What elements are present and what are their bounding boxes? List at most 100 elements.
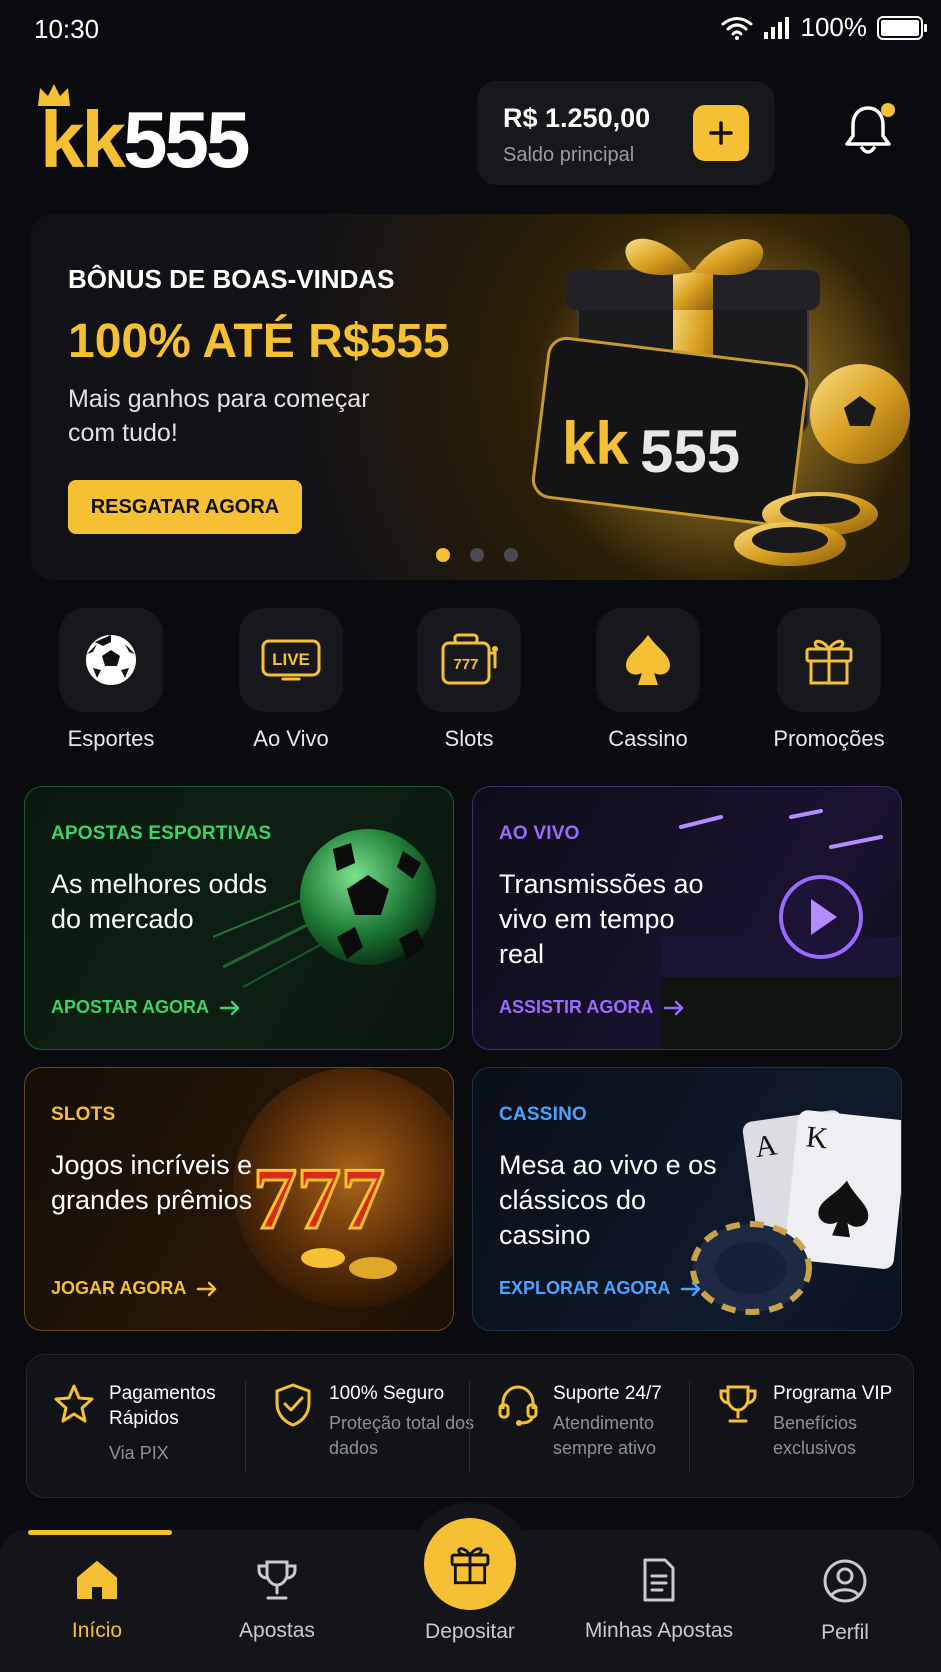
casino-card[interactable]: A K CASSINO Mesa ao vivo e os clássicos … [472,1067,902,1331]
slots-icon-text: 777 [453,656,478,673]
home-icon [77,1561,117,1599]
document-icon [643,1558,675,1602]
soccer-ball-icon [86,635,136,685]
nav-label: Início [71,1619,123,1642]
plus-icon [709,121,733,145]
card-link-label: EXPLORAR AGORA [499,1278,671,1298]
live-icon-text: LIVE [272,650,310,669]
feature-description: Proteção total dos dados [329,1413,475,1458]
card-kicker: CASSINO [499,1104,587,1125]
gift-icon [805,639,853,685]
arrow-right-icon [664,1000,684,1015]
category-live[interactable]: LIVE Ao Vivo [216,608,366,752]
divider [245,1381,246,1473]
status-bar-right: 100% [721,12,927,43]
headset-icon [498,1385,538,1426]
card-title: Transmissões ao vivo em tempo real [499,869,704,969]
banner-description: Mais ganhos para começar com tudo! [68,385,370,447]
nav-label: Apostas [239,1619,315,1642]
arrow-right-icon [219,1000,240,1015]
category-promotions[interactable]: Promoções [754,608,904,752]
watch-now-link[interactable]: ASSISTIR AGORA [499,997,685,1018]
feature-description: Benefícios exclusivos [773,1413,858,1458]
card-kicker: APOSTAS ESPORTIVAS [51,823,272,844]
category-label: Esportes [67,726,155,751]
deposit-button[interactable] [424,1518,516,1610]
pagination-dot[interactable] [436,548,450,562]
features-strip: Pagamentos Rápidos Via PIX 100% Seguro P… [26,1354,914,1498]
signal-icon [763,16,789,39]
add-funds-button[interactable] [693,105,749,161]
category-label: Slots [444,726,494,751]
pagination-dot[interactable] [504,548,518,562]
slot-machine-icon: 777 [441,633,498,685]
logo-text: kk555 [40,100,250,180]
card-kicker: SLOTS [51,1104,116,1125]
status-time: 10:30 [34,14,100,44]
category-label: Promoções [773,726,885,751]
user-icon [823,1559,867,1603]
banner-art-kk: kk [562,410,629,477]
category-label: Ao Vivo [253,726,329,751]
nav-my-bets[interactable]: Minhas Apostas [574,1558,744,1643]
feature-title: Programa VIP [773,1383,893,1404]
battery-percent: 100% [800,12,868,42]
card-title: As melhores odds do mercado [51,869,268,934]
slots-card[interactable]: 777 SLOTS Jogos incríveis e grandes prêm… [24,1067,454,1331]
balance-widget[interactable]: R$ 1.250,00 Saldo principal [477,81,775,185]
active-tab-indicator [28,1530,172,1535]
banner-kicker: BÔNUS DE BOAS-VINDAS [68,264,395,294]
category-casino[interactable]: Cassino [573,608,723,752]
nav-profile[interactable]: Perfil [760,1558,930,1645]
divider [689,1381,690,1473]
banner-art-num: 555 [640,418,740,485]
balance-label: Saldo principal [503,144,635,166]
trophy-icon [257,1560,297,1600]
trophy-icon [719,1385,757,1423]
divider [469,1381,470,1473]
shield-check-icon [275,1383,311,1427]
feature-title: 100% Seguro [329,1383,445,1404]
logo-number: 555 [122,95,250,184]
play-now-link[interactable]: JOGAR AGORA [51,1278,218,1299]
nav-label: Perfil [821,1621,869,1644]
logo-kk: kk [40,95,126,184]
claim-bonus-button[interactable]: RESGATAR AGORA [68,480,302,534]
arrow-right-icon [681,1281,701,1296]
notifications-button[interactable] [840,100,896,160]
explore-now-link[interactable]: EXPLORAR AGORA [499,1278,702,1299]
battery-icon [877,15,927,40]
arrow-right-icon [197,1281,217,1296]
card-link-label: JOGAR AGORA [51,1278,187,1298]
live-icon: LIVE [261,639,321,681]
gift-icon [450,1547,490,1585]
card-title: Jogos incríveis e grandes prêmios [51,1150,253,1215]
nav-home[interactable]: Início [12,1558,182,1643]
deposit-label: Depositar [425,1620,515,1643]
welcome-bonus-banner[interactable]: BÔNUS DE BOAS-VINDAS 100% ATÉ R$555 Mais… [30,214,910,580]
nav-bets[interactable]: Apostas [192,1558,362,1643]
card-link-label: APOSTAR AGORA [51,997,210,1017]
nav-label: Minhas Apostas [584,1619,734,1642]
star-icon [54,1384,94,1423]
banner-title: 100% ATÉ R$555 [68,315,450,368]
sports-betting-card[interactable]: APOSTAS ESPORTIVAS As melhores odds do m… [24,786,454,1050]
wifi-icon [721,16,752,40]
logo[interactable]: kk555 [34,82,304,182]
card-kicker: AO VIVO [499,823,580,844]
category-sports[interactable]: Esportes [36,608,186,752]
banner-pagination[interactable] [436,548,518,562]
gift-box-illustration: kk 555 [530,214,910,580]
category-label: Cassino [608,726,688,751]
live-streams-card[interactable]: AO VIVO Transmissões ao vivo em tempo re… [472,786,902,1050]
bet-now-link[interactable]: APOSTAR AGORA [51,997,241,1018]
category-slots[interactable]: 777 Slots [394,608,544,752]
svg-text:K: K [805,1120,830,1155]
svg-text:777: 777 [253,1151,385,1248]
spade-icon [626,635,670,685]
pagination-dot[interactable] [470,548,484,562]
bell-icon [845,103,895,154]
card-link-label: ASSISTIR AGORA [499,997,654,1017]
card-title: Mesa ao vivo e os clássicos do cassino [499,1150,717,1250]
balance-amount: R$ 1.250,00 [503,103,651,133]
